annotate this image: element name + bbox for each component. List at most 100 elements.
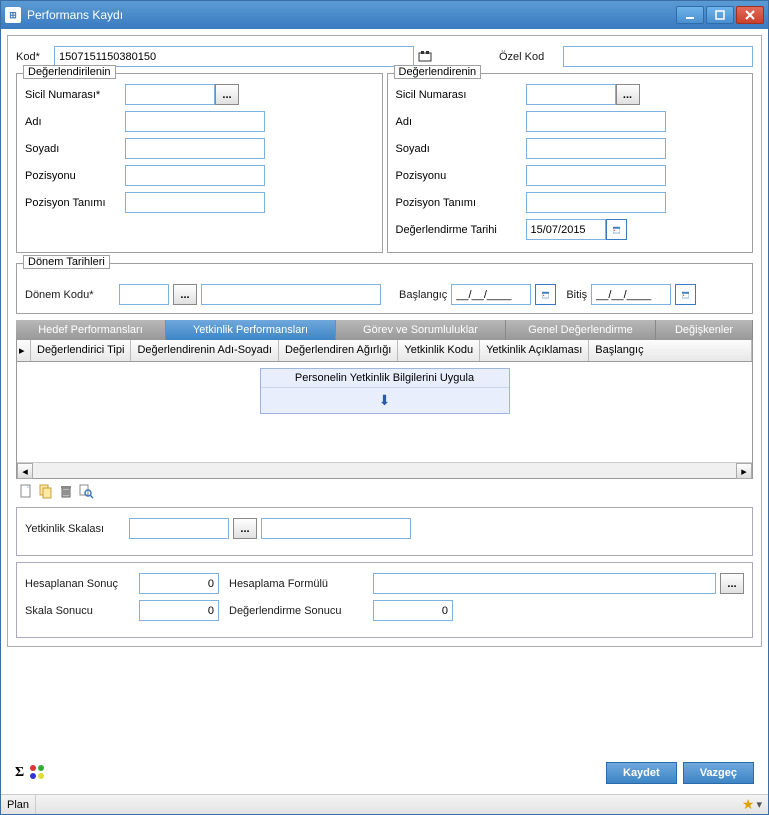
clover-icon[interactable]	[30, 765, 44, 779]
hesaplanan-input[interactable]	[139, 573, 219, 594]
ev-adi-label: Adı	[396, 116, 526, 128]
ev-soyadi-input[interactable]	[526, 138, 666, 159]
tarih-input[interactable]	[526, 219, 606, 240]
period-fieldset: Dönem Tarihleri Dönem Kodu* ... Başlangı…	[16, 263, 753, 314]
skala-sonucu-label: Skala Sonucu	[25, 605, 135, 617]
evaluatee-fieldset: Değerlendirilenin Sicil Numarası* ... Ad…	[16, 73, 383, 253]
evaluatee-legend: Değerlendirilenin	[23, 65, 116, 79]
new-icon[interactable]	[18, 483, 34, 499]
calendar-icon	[613, 223, 620, 236]
evaluator-legend: Değerlendirenin	[394, 65, 482, 79]
tab-degiskenler[interactable]: Değişkenler	[656, 320, 753, 340]
donem-extra-input[interactable]	[201, 284, 381, 305]
tab-hedef[interactable]: Hedef Performansları	[16, 320, 166, 340]
donem-kodu-picker-button[interactable]: ...	[173, 284, 197, 305]
kod-label: Kod*	[16, 51, 50, 63]
copy-icon[interactable]	[38, 483, 54, 499]
kod-input[interactable]	[54, 46, 414, 67]
titlebar: ⊞ Performans Kaydı	[1, 1, 768, 29]
sicil-input[interactable]	[125, 84, 215, 105]
donem-kodu-label: Dönem Kodu*	[25, 289, 115, 301]
status-plan: Plan	[7, 799, 29, 811]
formul-input[interactable]	[373, 573, 716, 594]
evaluator-fieldset: Değerlendirenin Sicil Numarası ... Adı S…	[387, 73, 754, 253]
ev-pozisyon-tanimi-input[interactable]	[526, 192, 666, 213]
tabs-bar: Hedef Performansları Yetkinlik Performan…	[16, 320, 753, 340]
tab-gorev[interactable]: Görev ve Sorumluluklar	[336, 320, 506, 340]
grid-col-yetkod[interactable]: Yetkinlik Kodu	[398, 340, 480, 361]
bitis-label: Bitiş	[566, 289, 587, 301]
ev-sicil-label: Sicil Numarası	[396, 89, 526, 101]
footer: Σ Kaydet Vazgeç	[7, 756, 762, 788]
close-button[interactable]	[736, 6, 764, 24]
tarih-calendar-button[interactable]	[606, 219, 627, 240]
soyadi-label: Soyadı	[25, 143, 125, 155]
grid-drop-banner-text: Personelin Yetkinlik Bilgilerini Uygula	[261, 369, 509, 388]
donem-kodu-input[interactable]	[119, 284, 169, 305]
scroll-track[interactable]	[33, 463, 736, 478]
grid-col-yetaci[interactable]: Yetkinlik Açıklaması	[480, 340, 589, 361]
baslangic-input[interactable]	[451, 284, 531, 305]
pozisyon-tanimi-input[interactable]	[125, 192, 265, 213]
ev-sicil-picker-button[interactable]: ...	[616, 84, 640, 105]
pozisyonu-input[interactable]	[125, 165, 265, 186]
grid-col-tipi[interactable]: Değerlendirici Tipi	[31, 340, 131, 361]
baslangic-calendar-button[interactable]	[535, 284, 556, 305]
ev-pozisyonu-input[interactable]	[526, 165, 666, 186]
scroll-left-button[interactable]: ◂	[17, 463, 33, 479]
formul-picker-button[interactable]: ...	[720, 573, 744, 594]
window-title: Performans Kaydı	[27, 8, 676, 22]
sicil-label: Sicil Numarası*	[25, 89, 125, 101]
grid-col-adsoyad[interactable]: Değerlendirenin Adı-Soyadı	[131, 340, 279, 361]
top-panel: Kod* Özel Kod Değerlendirilenin Sicil Nu…	[7, 35, 762, 647]
calendar-icon	[682, 288, 689, 301]
ev-sicil-input[interactable]	[526, 84, 616, 105]
soyadi-input[interactable]	[125, 138, 265, 159]
scroll-right-button[interactable]: ▸	[736, 463, 752, 479]
attachment-icon[interactable]	[418, 50, 432, 64]
app-window: ⊞ Performans Kaydı Kod* Özel Kod	[0, 0, 769, 815]
skala-input-1[interactable]	[129, 518, 229, 539]
grid-toolbar	[16, 479, 753, 503]
baslangic-label: Başlangıç	[399, 289, 447, 301]
skala-sonucu-input[interactable]	[139, 600, 219, 621]
hesaplanan-label: Hesaplanan Sonuç	[25, 578, 135, 590]
status-spacer	[35, 795, 742, 814]
search-icon[interactable]	[78, 483, 94, 499]
maximize-button[interactable]	[706, 6, 734, 24]
grid: ▸ Değerlendirici Tipi Değerlendirenin Ad…	[16, 340, 753, 479]
calendar-icon	[542, 288, 549, 301]
grid-body[interactable]: Personelin Yetkinlik Bilgilerini Uygula …	[17, 362, 752, 462]
deg-sonucu-input[interactable]	[373, 600, 453, 621]
formul-label: Hesaplama Formülü	[229, 578, 369, 590]
deg-sonucu-label: Değerlendirme Sonucu	[229, 605, 369, 617]
star-dropdown-icon[interactable]: ▾	[756, 798, 762, 811]
ozel-kod-label: Özel Kod	[499, 51, 559, 63]
skala-picker-button[interactable]: ...	[233, 518, 257, 539]
tab-genel[interactable]: Genel Değerlendirme	[506, 320, 656, 340]
ev-adi-input[interactable]	[526, 111, 666, 132]
skala-input-2[interactable]	[261, 518, 411, 539]
bitis-calendar-button[interactable]	[675, 284, 696, 305]
app-icon: ⊞	[5, 7, 21, 23]
grid-header: ▸ Değerlendirici Tipi Değerlendirenin Ad…	[17, 340, 752, 362]
ev-pozisyon-tanimi-label: Pozisyon Tanımı	[396, 197, 526, 209]
grid-drop-banner[interactable]: Personelin Yetkinlik Bilgilerini Uygula …	[260, 368, 510, 414]
bitis-input[interactable]	[591, 284, 671, 305]
delete-icon[interactable]	[58, 483, 74, 499]
save-button[interactable]: Kaydet	[606, 762, 677, 784]
ozel-kod-input[interactable]	[563, 46, 753, 67]
grid-col-agirlik[interactable]: Değerlendiren Ağırlığı	[279, 340, 398, 361]
pozisyonu-label: Pozisyonu	[25, 170, 125, 182]
sicil-picker-button[interactable]: ...	[215, 84, 239, 105]
minimize-button[interactable]	[676, 6, 704, 24]
tab-yetkinlik[interactable]: Yetkinlik Performansları	[166, 320, 336, 340]
adi-input[interactable]	[125, 111, 265, 132]
grid-hscrollbar[interactable]: ◂ ▸	[17, 462, 752, 478]
grid-col-baslangic[interactable]: Başlangıç	[589, 340, 752, 361]
tarih-label: Değerlendirme Tarihi	[396, 224, 526, 236]
grid-rowselector-header[interactable]: ▸	[17, 340, 31, 361]
cancel-button[interactable]: Vazgeç	[683, 762, 754, 784]
star-icon[interactable]: ★	[742, 796, 755, 813]
sigma-icon[interactable]: Σ	[15, 765, 24, 781]
